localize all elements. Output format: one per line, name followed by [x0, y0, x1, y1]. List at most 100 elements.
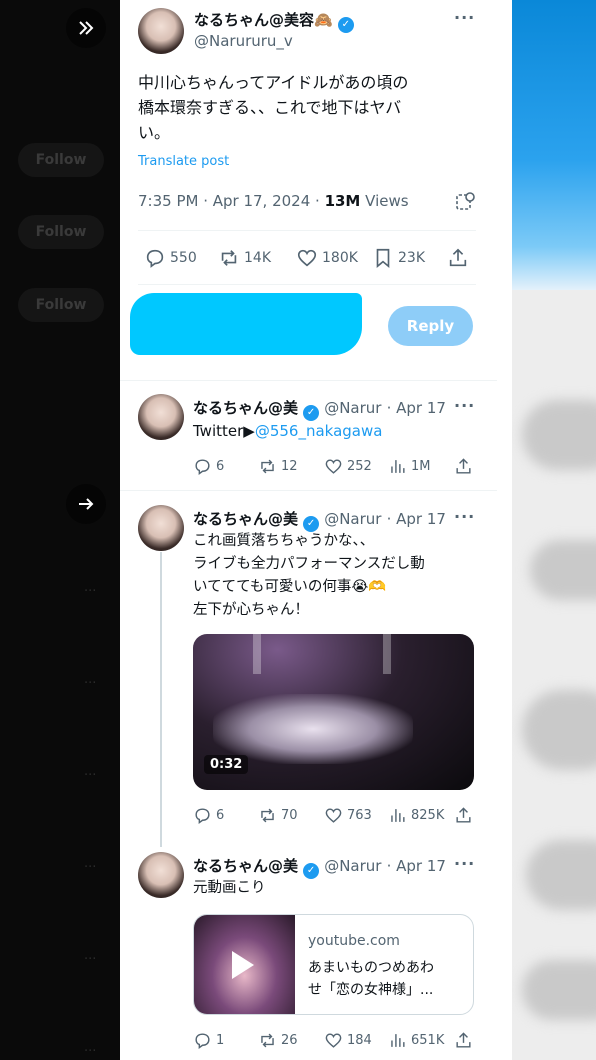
views-action[interactable]: 1M — [388, 457, 431, 476]
share-action[interactable] — [454, 806, 473, 825]
post-date[interactable]: · Apr 17 — [387, 857, 446, 875]
background-dots: ··· — [84, 676, 97, 691]
display-name[interactable]: なるちゃん@美 — [193, 399, 298, 417]
link-card-title: あまいものつめあわ せ「恋の女神様」... — [308, 957, 434, 1001]
post-text: 中川心ちゃんってアイドルがあの頃の 橋本環奈すぎる、、これで地下はヤバ い。 — [138, 70, 478, 145]
post-detail-panel: なるちゃん@美容🙈 ✓ @Narururu_v ··· 中川心ちゃんってアイドル… — [120, 0, 512, 1060]
expand-button[interactable] — [66, 8, 106, 48]
post-text-line: 橋本環奈すぎる、、これで地下はヤバ — [138, 98, 402, 117]
reply-icon — [195, 459, 210, 476]
share-action[interactable] — [454, 457, 473, 476]
background-blur — [530, 540, 596, 600]
post-text: これ画質落ちちゃうかな、、 ライブも全力パフォーマンスだし動 いててても可愛いの… — [193, 530, 483, 622]
like-count: 252 — [347, 459, 372, 474]
reply-button[interactable]: Reply — [388, 306, 473, 346]
views-action[interactable]: 651K — [388, 1031, 444, 1050]
share-icon — [456, 1032, 471, 1048]
handle[interactable]: @Narur — [324, 399, 381, 417]
share-action[interactable] — [447, 247, 469, 269]
like-action[interactable]: 763 — [324, 806, 372, 825]
like-count: 180K — [322, 250, 358, 266]
stage-light — [383, 634, 391, 674]
more-options-button[interactable]: ··· — [454, 507, 475, 526]
divider — [120, 490, 497, 491]
reply-header: なるちゃん@美 ✓ @Narur · Apr 17 — [193, 855, 473, 879]
post-text-line: いててても可愛いの何事😭🫶 — [193, 579, 387, 595]
avatar[interactable] — [138, 394, 184, 440]
post-time[interactable]: 7:35 PM · Apr 17, 2024 · — [138, 192, 325, 210]
mention-link[interactable]: @556_nakagawa — [255, 422, 383, 440]
video-duration: 0:32 — [204, 755, 249, 774]
redacted-reply-composer[interactable] — [130, 293, 362, 355]
handle[interactable]: @Narur — [324, 510, 381, 528]
avatar[interactable] — [138, 505, 184, 551]
repost-action[interactable]: 26 — [258, 1031, 298, 1050]
share-action[interactable] — [454, 1031, 473, 1050]
like-action[interactable]: 180K — [296, 247, 358, 269]
repost-icon — [261, 808, 274, 823]
bookmark-action[interactable]: 23K — [372, 247, 425, 269]
share-icon — [456, 458, 471, 474]
reply-action[interactable]: 6 — [193, 457, 224, 476]
post-meta: 7:35 PM · Apr 17, 2024 · 13M Views — [138, 192, 409, 210]
like-action[interactable]: 252 — [324, 457, 372, 476]
background-dots: ··· — [84, 768, 97, 783]
more-options-button[interactable]: ··· — [454, 854, 475, 873]
repost-action[interactable]: 70 — [258, 806, 298, 825]
background-follow-button: Follow — [18, 143, 104, 177]
verified-icon: ✓ — [303, 863, 320, 879]
repost-action[interactable]: 14K — [218, 247, 271, 269]
like-action[interactable]: 184 — [324, 1031, 372, 1050]
author-row: なるちゃん@美容🙈 ✓ — [194, 9, 354, 33]
post-date[interactable]: · Apr 17 — [387, 510, 446, 528]
like-icon — [325, 459, 342, 474]
link-card[interactable]: youtube.com あまいものつめあわ せ「恋の女神様」... — [193, 914, 474, 1015]
expand-icon — [79, 21, 94, 35]
background-dots: ··· — [84, 860, 97, 875]
reply-header: なるちゃん@美 ✓ @Narur · Apr 17 — [193, 397, 473, 421]
more-options-button[interactable]: ··· — [454, 8, 475, 27]
more-options-button[interactable]: ··· — [454, 396, 475, 415]
stage-light — [253, 634, 261, 674]
repost-count: 14K — [244, 250, 271, 266]
avatar[interactable] — [138, 852, 184, 898]
background-blur — [526, 840, 596, 910]
background-right — [512, 0, 596, 1060]
like-count: 763 — [347, 808, 372, 823]
reply-action[interactable]: 1 — [193, 1031, 224, 1050]
link-card-title-line: せ「恋の女神様」... — [308, 982, 434, 998]
grok-icon[interactable] — [454, 191, 476, 213]
like-icon — [325, 1033, 342, 1048]
background-banner — [512, 0, 596, 290]
video-player[interactable]: 0:32 — [193, 634, 474, 790]
arrow-right-icon — [79, 498, 94, 510]
views-count: 651K — [411, 1033, 445, 1048]
play-icon — [232, 951, 254, 979]
display-name[interactable]: なるちゃん@美 — [193, 857, 298, 875]
handle[interactable]: @Narururu_v — [194, 32, 293, 50]
post-date[interactable]: · Apr 17 — [387, 399, 446, 417]
avatar[interactable] — [138, 8, 184, 54]
link-card-title-line: あまいものつめあわ — [308, 960, 434, 976]
background-follow-button: Follow — [18, 288, 104, 322]
reply-icon — [195, 808, 210, 825]
reply-count: 6 — [216, 459, 225, 474]
next-button[interactable] — [66, 484, 106, 524]
background-left: Follow Follow Follow ··· ··· ··· ··· ···… — [0, 0, 120, 1060]
post-text-prefix: Twitter▶ — [193, 422, 255, 440]
repost-icon — [221, 250, 237, 266]
views-count: 13M — [324, 192, 361, 210]
display-name[interactable]: なるちゃん@美 — [193, 510, 298, 528]
reply-action[interactable]: 550 — [144, 247, 197, 269]
reply-action[interactable]: 6 — [193, 806, 224, 825]
background-dots: ··· — [84, 584, 97, 599]
views-action[interactable]: 825K — [388, 806, 444, 825]
reply-count: 1 — [216, 1033, 225, 1048]
video-frame — [213, 694, 413, 764]
translate-link[interactable]: Translate post — [138, 154, 229, 169]
display-name[interactable]: なるちゃん@美容🙈 — [194, 11, 333, 29]
repost-count: 70 — [281, 808, 298, 823]
handle[interactable]: @Narur — [324, 857, 381, 875]
repost-count: 12 — [281, 459, 298, 474]
repost-action[interactable]: 12 — [258, 457, 298, 476]
